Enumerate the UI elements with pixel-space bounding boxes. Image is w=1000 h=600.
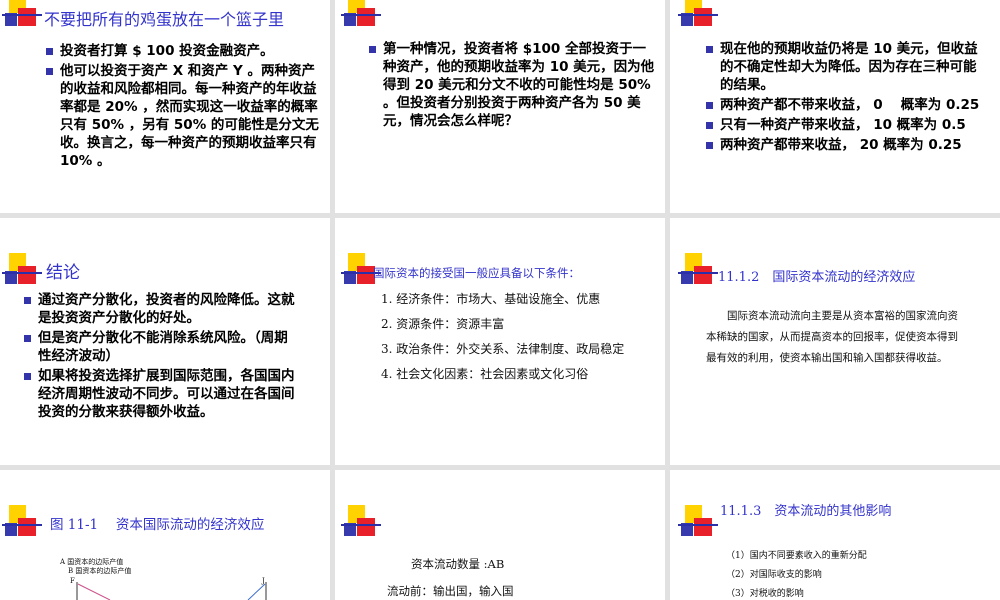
- slide-8[interactable]: 资本流动数量 :AB 流动前：输出国，输入国: [335, 470, 665, 600]
- list-item: （1）国内不同要素收入的重新分配: [726, 551, 867, 561]
- text-line: 流动前：输出国，输入国: [387, 584, 514, 598]
- list-item: 现在他的预期收益仍将是 10 美元，但收益的不确定性却大为降低。因为存在三种可能…: [706, 40, 988, 94]
- slide-title: 国际资本的接受国一般应具备以下条件：: [373, 266, 580, 280]
- list-item: 2. 资源条件：资源丰富: [381, 317, 505, 331]
- list-item: 他可以投资于资产 X 和资产 Y 。两种资产的收益和风险都相同。每一种资产的年收…: [46, 62, 321, 170]
- slide-title: 结论: [46, 263, 80, 283]
- slide-2[interactable]: 第一种情况，投资者将 $100 全部投资于一种资产，他的预期收益率为 10 美元…: [335, 0, 665, 213]
- bullet-list: 投资者打算 $ 100 投资金融资产。 他可以投资于资产 X 和资产 Y 。两种…: [46, 42, 321, 172]
- mpk-curve-a: [77, 583, 111, 600]
- list-item: 如果将投资选择扩展到国际范围，各国国内经济周期性波动不同步。可以通过在各国间投资…: [24, 367, 299, 421]
- condition-list: 1. 经济条件：市场大、基础设施全、优惠 2. 资源条件：资源丰富 3. 政治条…: [381, 292, 624, 392]
- slide-decoration-icon: [341, 504, 381, 544]
- slide-1[interactable]: 不要把所有的鸡蛋放在一个篮子里 投资者打算 $ 100 投资金融资产。 他可以投…: [0, 0, 330, 213]
- slide-3[interactable]: 现在他的预期收益仍将是 10 美元，但收益的不确定性却大为降低。因为存在三种可能…: [670, 0, 1000, 213]
- slide-6[interactable]: 11.1.2 国际资本流动的经济效应 国际资本流动流向主要是从资本富裕的国家流向…: [670, 218, 1000, 465]
- slide-title: 不要把所有的鸡蛋放在一个篮子里: [44, 10, 285, 29]
- list-item: （3）对税收的影响: [726, 589, 804, 599]
- list-item: 只有一种资产带来收益， 10 概率为 0.5: [706, 116, 988, 134]
- slide-9[interactable]: 11.1.3 资本流动的其他影响 （1）国内不同要素收入的重新分配 （2）对国际…: [670, 470, 1000, 600]
- slide-7[interactable]: 图 11-1 资本国际流动的经济效应 A 国资本的边际产值 B 国资本的边际产值…: [0, 470, 330, 600]
- list-item: 1. 经济条件：市场大、基础设施全、优惠: [381, 292, 601, 306]
- slide-title: 11.1.3 资本流动的其他影响: [720, 504, 892, 519]
- slide-decoration-icon: [2, 252, 42, 292]
- slide-title: 11.1.2 国际资本流动的经济效应: [718, 270, 916, 285]
- impact-list: （1）国内不同要素收入的重新分配 （2）对国际收支的影响 （3）对税收的影响: [726, 547, 867, 600]
- bullet-list: 第一种情况，投资者将 $100 全部投资于一种资产，他的预期收益率为 10 美元…: [369, 40, 655, 132]
- text-line: 资本流动数量 :AB: [411, 557, 505, 571]
- list-item: 两种资产都带来收益， 20 概率为 0.25: [706, 136, 988, 154]
- slide-decoration-icon: [341, 0, 381, 34]
- slide-decoration-icon: [678, 504, 718, 544]
- list-item: 通过资产分散化，投资者的风险降低。这就是投资资产分散化的好处。: [24, 291, 299, 327]
- list-item: 两种资产都不带来收益， 0 概率为 0.25: [706, 96, 988, 114]
- list-item: 4. 社会文化因素：社会因素或文化习俗: [381, 367, 589, 381]
- slide-4[interactable]: 结论 通过资产分散化，投资者的风险降低。这就是投资资产分散化的好处。 但是资产分…: [0, 218, 330, 465]
- bullet-list: 通过资产分散化，投资者的风险降低。这就是投资资产分散化的好处。 但是资产分散化不…: [24, 291, 299, 423]
- bullet-list: 现在他的预期收益仍将是 10 美元，但收益的不确定性却大为降低。因为存在三种可能…: [706, 40, 988, 156]
- slide-decoration-icon: [678, 0, 718, 34]
- slide-decoration-icon: [2, 0, 42, 34]
- list-item: 投资者打算 $ 100 投资金融资产。: [46, 42, 321, 60]
- list-item: （2）对国际收支的影响: [726, 570, 822, 580]
- list-item: 第一种情况，投资者将 $100 全部投资于一种资产，他的预期收益率为 10 美元…: [369, 40, 655, 130]
- slide-decoration-icon: [678, 252, 718, 292]
- list-item: 3. 政治条件：外交关系、法律制度、政局稳定: [381, 342, 625, 356]
- mpk-curve-b: [247, 583, 266, 600]
- figure-diagram: [76, 582, 267, 600]
- list-item: 但是资产分散化不能消除系统风险。（周期性经济波动）: [24, 329, 299, 365]
- slide-paragraph: 国际资本流动流向主要是从资本富裕的国家流向资本稀缺的国家，从而提高资本的回报率，…: [706, 310, 958, 364]
- slide-5[interactable]: 国际资本的接受国一般应具备以下条件： 1. 经济条件：市场大、基础设施全、优惠 …: [335, 218, 665, 465]
